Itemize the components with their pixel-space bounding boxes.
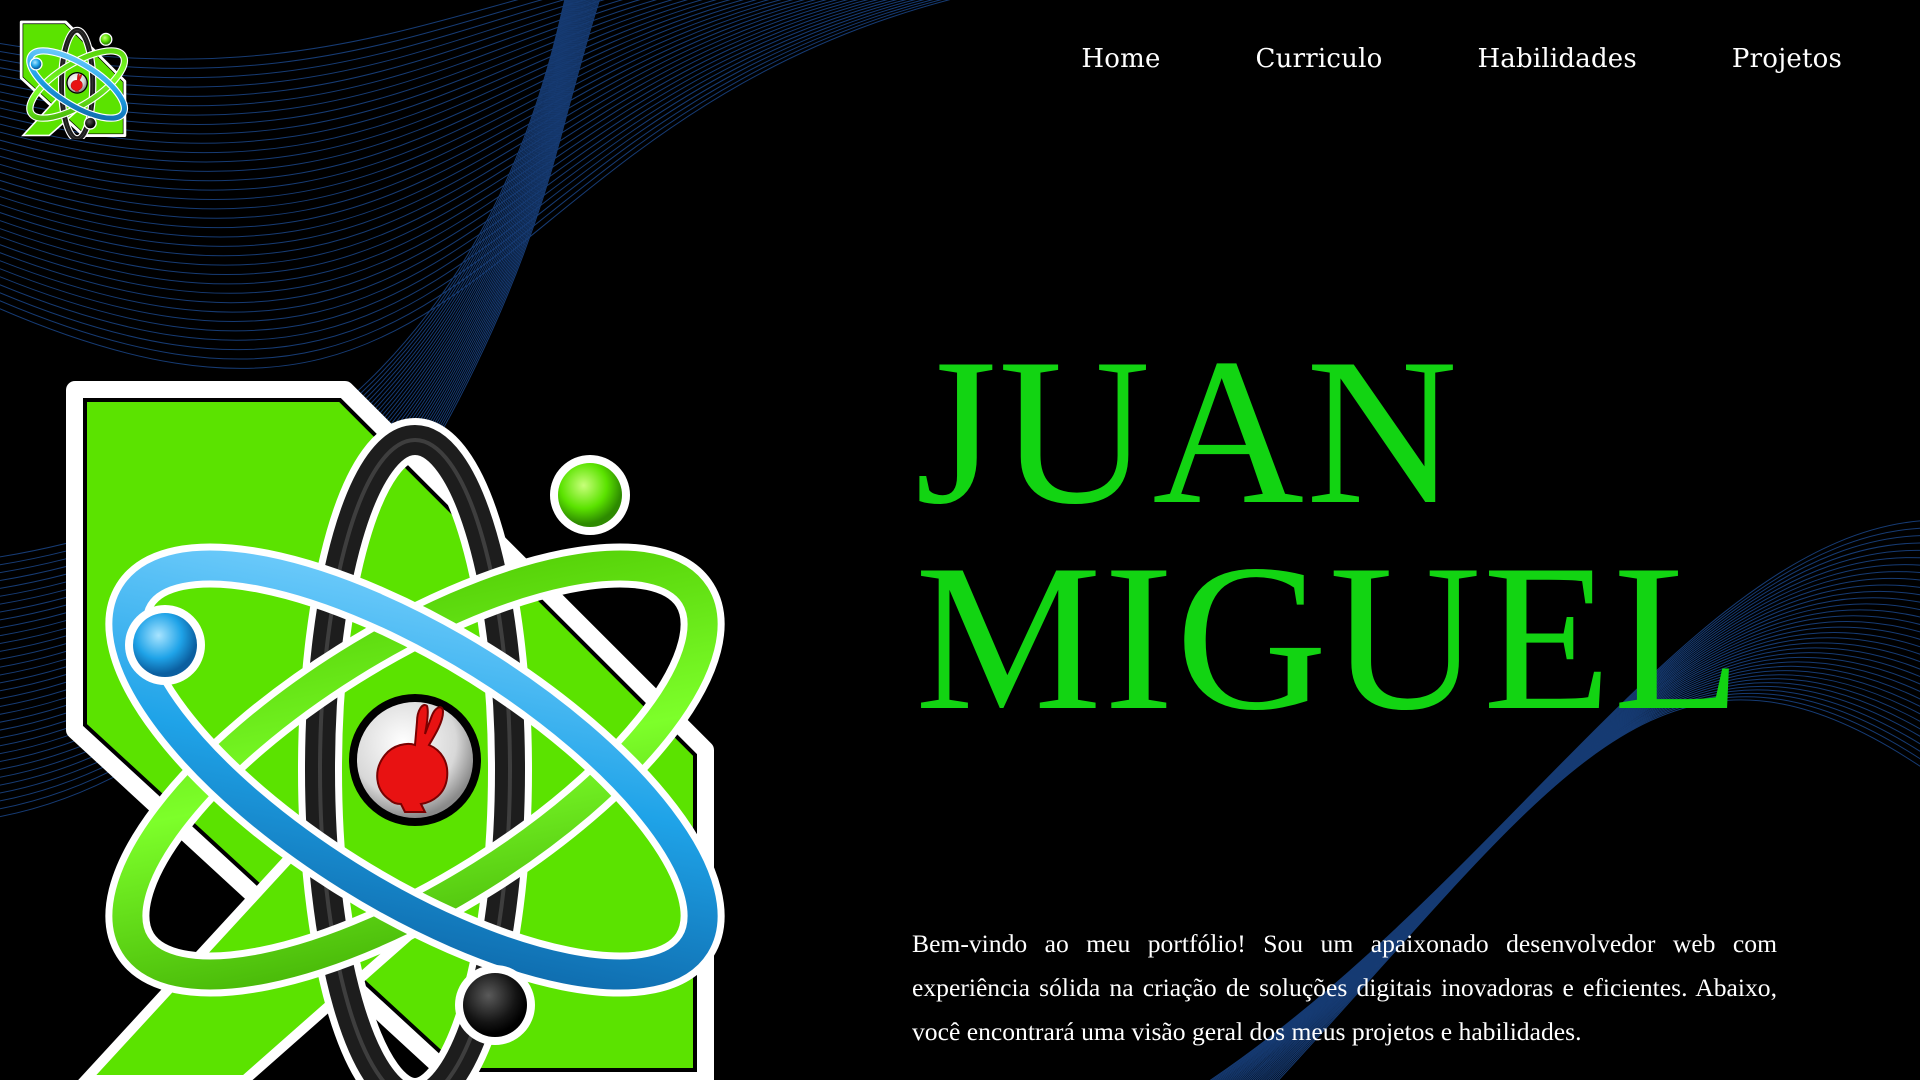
hero-intro-text: Bem-vindo ao meu portfólio! Sou um apaix… (912, 929, 1777, 1046)
site-logo-icon[interactable] (18, 12, 133, 139)
hero-name-first: JUAN (915, 316, 1460, 548)
nav-curriculo-link[interactable]: Curriculo (1256, 44, 1383, 74)
nav-projetos-link[interactable]: Projetos (1732, 44, 1842, 74)
nav-habilidades-link[interactable]: Habilidades (1477, 44, 1636, 74)
main-nav: Home Curriculo Habilidades Projetos (1081, 44, 1842, 74)
hero-name-heading: JUAN MIGUEL (915, 316, 1744, 754)
nav-home-link[interactable]: Home (1081, 44, 1160, 74)
hero-atom-logo-icon (55, 350, 755, 1080)
hero-name-last: MIGUEL (915, 521, 1744, 754)
